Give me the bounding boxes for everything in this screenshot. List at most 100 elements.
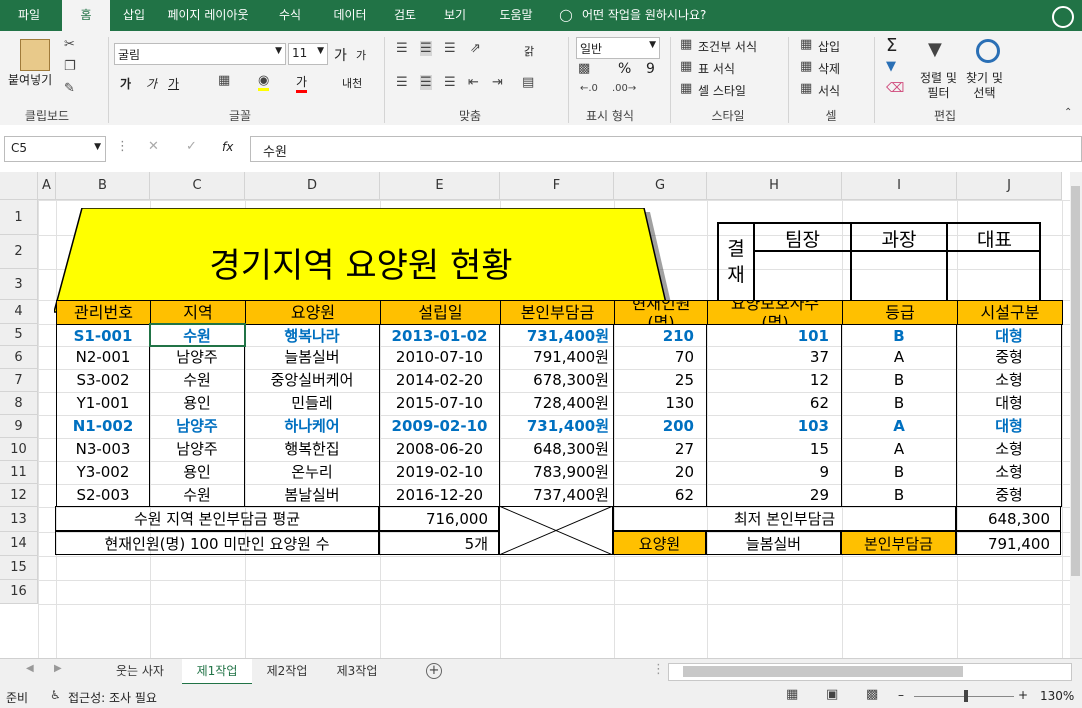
delete-cells-button[interactable]: 삭제 — [818, 60, 840, 77]
insert-cells-button[interactable]: 삽입 — [818, 38, 840, 55]
decrease-indent-icon[interactable]: ⇤ — [468, 75, 479, 90]
tab-formulas[interactable]: 수식 — [266, 0, 314, 31]
row-header[interactable]: 7 — [0, 369, 38, 392]
column-header[interactable]: F — [500, 172, 614, 200]
paste-button[interactable]: 붙여넣기 — [8, 71, 52, 88]
prev-sheet-icon[interactable]: ◀ — [26, 663, 34, 674]
smiley-icon[interactable] — [1052, 6, 1074, 28]
border-icon[interactable]: ▦ — [218, 73, 230, 88]
sheet-tab-active[interactable]: 제1작업 — [182, 659, 252, 685]
row-header[interactable]: 14 — [0, 532, 38, 556]
tab-review[interactable]: 검토 — [384, 0, 426, 31]
autosum-button[interactable]: Σ — [886, 35, 897, 56]
cancel-icon[interactable]: ✕ — [148, 139, 159, 154]
italic-button[interactable]: 가 — [146, 75, 157, 92]
font-color-button[interactable]: 가 — [296, 73, 308, 93]
summary-value[interactable]: 648,300 — [956, 506, 1061, 531]
decrease-decimal-icon[interactable]: .00→ — [612, 83, 636, 94]
align-center-icon[interactable]: ☰ — [420, 75, 432, 90]
underline-button[interactable]: 가 — [168, 75, 179, 92]
lookup-label[interactable]: 요양원 — [613, 531, 706, 555]
row-header[interactable]: 9 — [0, 415, 38, 438]
fill-icon[interactable]: ▼ — [886, 59, 896, 74]
tab-file[interactable]: 파일 — [6, 0, 52, 31]
format-cells-button[interactable]: 서식 — [818, 82, 840, 99]
summary-label[interactable]: 수원 지역 본인부담금 평균 — [55, 506, 379, 531]
row-header[interactable]: 3 — [0, 269, 38, 300]
tab-page-layout[interactable]: 페이지 레이아웃 — [158, 0, 258, 31]
sheet-tab[interactable]: 제2작업 — [254, 659, 320, 683]
cut-icon[interactable]: ✂ — [64, 37, 75, 52]
align-top-icon[interactable]: ☰ — [396, 41, 408, 56]
crossed-out-cell[interactable] — [499, 506, 613, 555]
vertical-scrollbar[interactable] — [1070, 172, 1082, 658]
normal-view-icon[interactable]: ▦ — [786, 687, 798, 702]
insert-function-button[interactable]: fx — [222, 140, 233, 154]
row-header[interactable]: 6 — [0, 346, 38, 369]
summary-value[interactable]: 716,000 — [379, 506, 499, 531]
row-header[interactable]: 5 — [0, 324, 38, 346]
column-header[interactable]: H — [707, 172, 842, 200]
font-name-select[interactable]: 굴림 ▼ — [114, 43, 286, 65]
find-select-button[interactable]: 찾기 및 선택 — [966, 71, 1003, 101]
sheet-tab[interactable]: 제3작업 — [324, 659, 390, 683]
zoom-level[interactable]: 130% — [1040, 689, 1074, 703]
page-break-view-icon[interactable]: ▩ — [866, 687, 878, 702]
increase-indent-icon[interactable]: ⇥ — [492, 75, 503, 90]
align-left-icon[interactable]: ☰ — [396, 75, 408, 90]
lookup-result[interactable]: 791,400 — [956, 531, 1061, 555]
table-header-cell[interactable]: 현재인원 (명) — [614, 300, 708, 325]
summary-label[interactable]: 현재인원(명) 100 미만인 요양원 수 — [55, 531, 379, 555]
column-header[interactable]: A — [38, 172, 56, 200]
column-header[interactable]: D — [245, 172, 380, 200]
select-all-corner[interactable] — [0, 172, 38, 200]
table-header-cell[interactable]: 요양보호사수 (명) — [707, 300, 843, 325]
tab-home[interactable]: 홈 — [62, 0, 110, 31]
row-header[interactable]: 11 — [0, 461, 38, 484]
paste-icon[interactable] — [20, 39, 50, 71]
format-painter-icon[interactable]: ✎ — [64, 81, 75, 96]
row-header[interactable]: 8 — [0, 392, 38, 415]
shrink-font-button[interactable]: 가 — [356, 47, 366, 63]
tab-split-icon[interactable]: ⋮ — [652, 662, 665, 677]
page-layout-view-icon[interactable]: ▣ — [826, 687, 838, 702]
row-header[interactable]: 2 — [0, 235, 38, 269]
zoom-in-button[interactable]: + — [1018, 688, 1028, 702]
table-header-cell[interactable]: 등급 — [842, 300, 958, 325]
lookup-input[interactable]: 늘봄실버 — [706, 531, 841, 555]
zoom-slider-handle[interactable] — [964, 690, 968, 702]
collapse-ribbon-icon[interactable]: ⌃ — [1064, 107, 1072, 118]
phonetic-button[interactable]: 내천 — [342, 75, 362, 91]
number-format-select[interactable]: 일반 ▼ — [576, 37, 660, 59]
column-header[interactable]: G — [614, 172, 707, 200]
row-header[interactable]: 4 — [0, 300, 38, 324]
tab-data[interactable]: 데이터 — [322, 0, 378, 31]
vertical-scroll-thumb[interactable] — [1071, 186, 1080, 576]
table-header-cell[interactable]: 본인부담금 — [500, 300, 615, 325]
sort-filter-button[interactable]: 정렬 및 필터 — [920, 71, 957, 101]
tell-me-box[interactable]: 어떤 작업을 원하시나요? — [582, 0, 732, 31]
wrap-text-button[interactable]: 갉 — [524, 43, 534, 59]
row-header[interactable]: 15 — [0, 556, 38, 580]
font-size-select[interactable]: 11 ▼ — [288, 43, 328, 65]
cell-styles-button[interactable]: 셀 스타일 — [698, 82, 746, 99]
align-middle-icon[interactable]: ☰ — [420, 41, 432, 56]
column-header[interactable]: I — [842, 172, 957, 200]
enter-icon[interactable]: ✓ — [186, 139, 197, 154]
lookup-label[interactable]: 본인부담금 — [841, 531, 956, 555]
next-sheet-icon[interactable]: ▶ — [54, 663, 62, 674]
worksheet-grid[interactable]: ABCDEFGHIJ 1 2 3 4 5 6 7 8 9 10 11 12 13 14 15 16 경기지역 … — [0, 172, 1070, 658]
table-header-cell[interactable]: 시설구분 — [957, 300, 1063, 325]
row-header[interactable]: 1 — [0, 200, 38, 235]
sheet-tab[interactable]: 웃는 사자 — [100, 659, 180, 683]
horizontal-scrollbar[interactable] — [668, 663, 1072, 681]
accessibility-status[interactable]: 접근성: 조사 필요 — [68, 689, 157, 706]
grow-font-button[interactable]: 가 — [334, 45, 347, 65]
fill-color-icon[interactable]: ◉ — [258, 73, 270, 91]
summary-value[interactable]: 5개 — [379, 531, 499, 555]
copy-icon[interactable]: ❐ — [64, 59, 76, 74]
column-header[interactable]: E — [380, 172, 500, 200]
conditional-format-button[interactable]: 조건부 서식 — [698, 38, 757, 55]
tab-insert[interactable]: 삽입 — [110, 0, 158, 31]
column-header[interactable]: J — [957, 172, 1062, 200]
